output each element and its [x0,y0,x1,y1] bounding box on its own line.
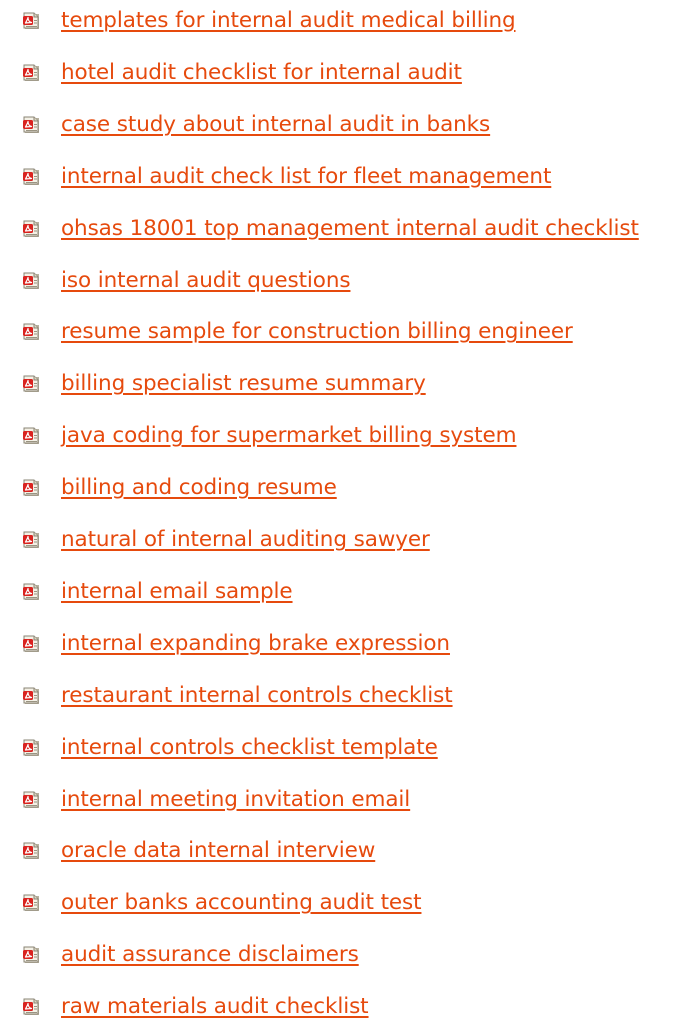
list-item: internal email sample [0,578,697,620]
document-link[interactable]: internal expanding brake expression [61,630,450,658]
pdf-file-icon [23,272,40,290]
list-item: iso internal audit questions [0,267,697,309]
list-item: billing specialist resume summary [0,370,697,412]
pdf-file-icon [23,894,40,912]
document-link[interactable]: java coding for supermarket billing syst… [61,422,517,450]
pdf-file-icon [23,479,40,497]
document-link[interactable]: internal meeting invitation email [61,786,410,814]
list-item: raw materials audit checklist [0,993,697,1035]
pdf-file-icon [23,791,40,809]
document-link[interactable]: iso internal audit questions [61,267,351,295]
pdf-file-icon [23,739,40,757]
document-link[interactable]: raw materials audit checklist [61,993,369,1021]
document-link[interactable]: billing specialist resume summary [61,370,426,398]
pdf-file-icon [23,220,40,238]
document-link[interactable]: hotel audit checklist for internal audit [61,59,462,87]
document-link[interactable]: billing and coding resume [61,474,337,502]
list-item: internal expanding brake expression [0,630,697,672]
pdf-file-icon [23,168,40,186]
pdf-file-icon [23,842,40,860]
pdf-file-icon [23,687,40,705]
pdf-file-icon [23,64,40,82]
pdf-file-icon [23,635,40,653]
document-link[interactable]: ohsas 18001 top management internal audi… [61,215,639,243]
document-link[interactable]: templates for internal audit medical bil… [61,7,516,35]
list-item: restaurant internal controls checklist [0,682,697,724]
pdf-file-icon [23,946,40,964]
document-link[interactable]: oracle data internal interview [61,837,375,865]
pdf-file-icon [23,323,40,341]
pdf-file-icon [23,583,40,601]
list-item: audit assurance disclaimers [0,941,697,983]
list-item: internal controls checklist template [0,734,697,776]
document-link[interactable]: restaurant internal controls checklist [61,682,453,710]
pdf-file-icon [23,12,40,30]
list-item: natural of internal auditing sawyer [0,526,697,568]
document-link[interactable]: resume sample for construction billing e… [61,318,573,346]
list-item: templates for internal audit medical bil… [0,7,697,49]
list-item: hotel audit checklist for internal audit [0,59,697,101]
document-link[interactable]: internal email sample [61,578,293,606]
list-item: case study about internal audit in banks [0,111,697,153]
list-item: java coding for supermarket billing syst… [0,422,697,464]
document-link[interactable]: outer banks accounting audit test [61,889,422,917]
list-item: outer banks accounting audit test [0,889,697,931]
list-item: billing and coding resume [0,474,697,516]
document-link[interactable]: natural of internal auditing sawyer [61,526,430,554]
pdf-file-icon [23,531,40,549]
document-link[interactable]: case study about internal audit in banks [61,111,490,139]
document-link[interactable]: internal controls checklist template [61,734,438,762]
document-link[interactable]: internal audit check list for fleet mana… [61,163,551,191]
pdf-file-icon [23,427,40,445]
list-item: internal audit check list for fleet mana… [0,163,697,205]
list-item: oracle data internal interview [0,837,697,879]
pdf-file-icon [23,998,40,1016]
pdf-file-icon [23,375,40,393]
list-item: internal meeting invitation email [0,786,697,828]
list-item: resume sample for construction billing e… [0,318,697,360]
list-item: ohsas 18001 top management internal audi… [0,215,697,257]
document-link[interactable]: audit assurance disclaimers [61,941,359,969]
pdf-file-icon [23,116,40,134]
